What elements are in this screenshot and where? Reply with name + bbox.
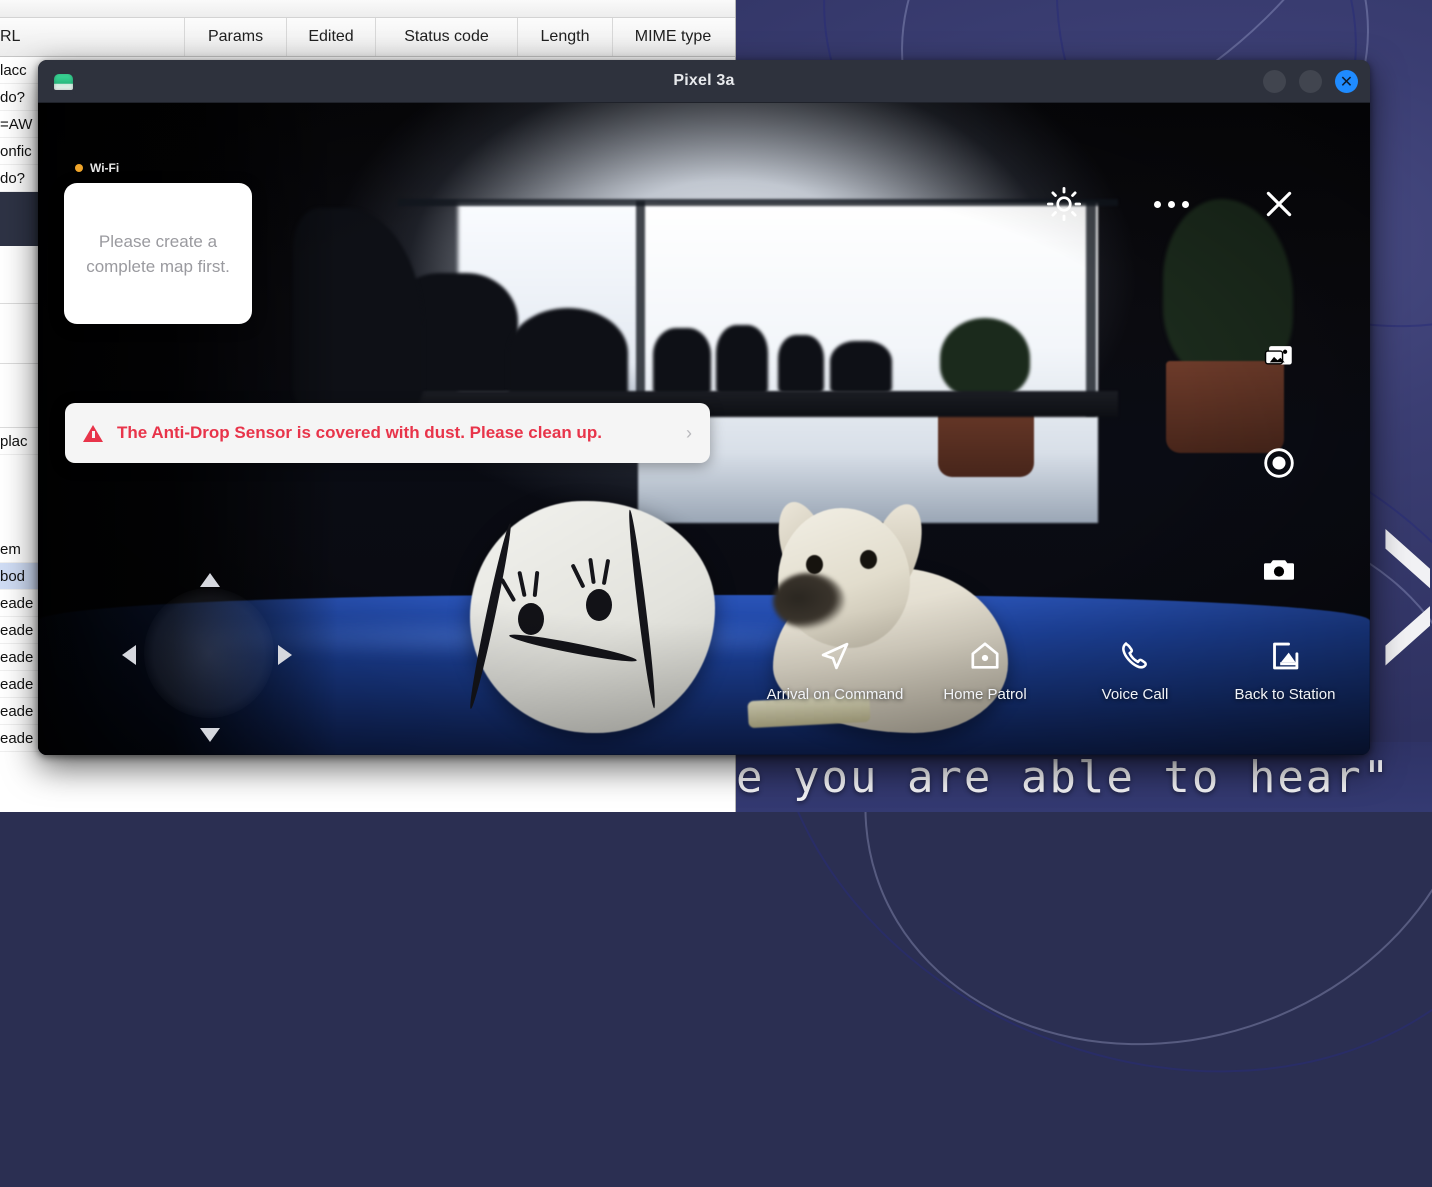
camera-icon bbox=[1261, 552, 1297, 588]
voice-call-button[interactable]: Voice Call bbox=[1060, 637, 1210, 705]
wifi-status-label: Wi-Fi bbox=[90, 161, 119, 175]
image-gallery-icon bbox=[1262, 339, 1296, 373]
minimize-button[interactable] bbox=[1263, 70, 1286, 93]
dock-return-icon bbox=[1268, 637, 1302, 673]
camera-button[interactable] bbox=[1256, 547, 1302, 593]
dpad-up-arrow-icon[interactable] bbox=[200, 573, 220, 587]
wifi-status-indicator: Wi-Fi bbox=[75, 161, 119, 175]
emulator-window[interactable]: Pixel 3a ✕ bbox=[38, 60, 1370, 755]
arrival-on-command-button[interactable]: Arrival on Command bbox=[760, 637, 910, 705]
android-emulator-icon bbox=[51, 69, 76, 94]
wallpaper-chevron-glyph: › bbox=[1360, 430, 1430, 735]
three-dots-icon bbox=[1154, 201, 1161, 208]
window-controls[interactable]: ✕ bbox=[1263, 60, 1358, 103]
home-patrol-button[interactable]: Home Patrol bbox=[910, 637, 1060, 705]
app-toolbar-strip bbox=[0, 0, 736, 18]
map-placeholder-card[interactable]: Please create a complete map first. bbox=[64, 183, 252, 324]
phone-screen[interactable]: Wi-Fi Please create a complete map first… bbox=[38, 103, 1370, 755]
gallery-button[interactable] bbox=[1256, 333, 1302, 379]
bottom-action-bar[interactable]: Arrival on Command Home Patrol Voic bbox=[38, 623, 1370, 755]
action-label: Home Patrol bbox=[943, 685, 1026, 705]
record-circle-icon bbox=[1262, 446, 1296, 480]
more-options-button[interactable] bbox=[1148, 183, 1194, 225]
close-button[interactable] bbox=[1256, 181, 1302, 227]
brightness-button[interactable] bbox=[1041, 181, 1087, 227]
back-to-station-button[interactable]: Back to Station bbox=[1210, 637, 1360, 705]
map-placeholder-message: Please create a complete map first. bbox=[84, 229, 232, 279]
close-window-button[interactable]: ✕ bbox=[1335, 70, 1358, 93]
anti-drop-sensor-alert-banner[interactable]: The Anti-Drop Sensor is covered with dus… bbox=[65, 403, 710, 463]
wifi-status-dot-icon bbox=[75, 164, 83, 172]
column-header-params[interactable]: Params bbox=[185, 18, 287, 56]
three-dots-icon bbox=[1168, 201, 1175, 208]
column-header-length[interactable]: Length bbox=[518, 18, 613, 56]
column-header-status-code[interactable]: Status code bbox=[376, 18, 518, 56]
window-title-bar[interactable]: Pixel 3a ✕ bbox=[38, 60, 1370, 103]
record-button[interactable] bbox=[1256, 440, 1302, 486]
request-table-header: RL Params Edited Status code Length MIME… bbox=[0, 18, 736, 57]
close-x-icon bbox=[1262, 187, 1296, 221]
three-dots-icon bbox=[1182, 201, 1189, 208]
home-patrol-icon bbox=[968, 637, 1002, 673]
action-label: Arrival on Command bbox=[767, 685, 904, 705]
column-header-url[interactable]: RL bbox=[0, 18, 185, 56]
chevron-right-icon[interactable]: › bbox=[686, 423, 692, 444]
action-label: Back to Station bbox=[1235, 685, 1336, 705]
column-header-edited[interactable]: Edited bbox=[287, 18, 376, 56]
sun-icon bbox=[1046, 186, 1082, 222]
maximize-button[interactable] bbox=[1299, 70, 1322, 93]
action-label: Voice Call bbox=[1102, 685, 1169, 705]
navigation-arrow-icon bbox=[818, 637, 852, 673]
phone-handset-icon bbox=[1118, 637, 1152, 673]
column-header-mime-type[interactable]: MIME type bbox=[613, 18, 733, 56]
warning-triangle-icon bbox=[83, 425, 103, 442]
alert-message: The Anti-Drop Sensor is covered with dus… bbox=[117, 423, 672, 443]
window-title: Pixel 3a bbox=[38, 72, 1370, 90]
